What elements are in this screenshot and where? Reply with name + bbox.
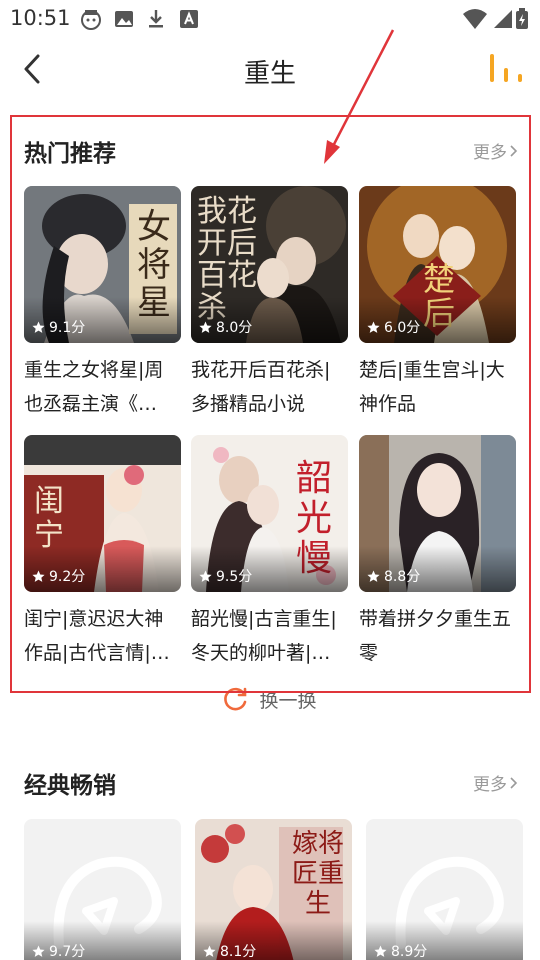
nav-bar: 重生 bbox=[0, 38, 540, 100]
rating-badge: 8.1分 bbox=[203, 941, 256, 960]
rating-badge: 8.9分 bbox=[374, 941, 427, 960]
star-icon bbox=[203, 945, 216, 957]
chevron-right-icon bbox=[510, 776, 518, 789]
rating-badge: 9.7分 bbox=[32, 941, 85, 960]
classic-section-title: 经典畅销 bbox=[24, 773, 116, 799]
rating-value: 9.7分 bbox=[49, 944, 86, 960]
signal-icon bbox=[494, 10, 512, 28]
book-card[interactable]: 嫁将匠重生 8.1分 bbox=[195, 819, 352, 960]
classic-more-link[interactable]: 更多 bbox=[473, 770, 518, 795]
book-cover[interactable]: 嫁将匠重生 8.1分 bbox=[195, 819, 352, 960]
battery-charging-icon bbox=[516, 8, 528, 29]
more-label: 更多 bbox=[473, 775, 507, 795]
image-icon bbox=[115, 11, 133, 27]
book-cover-placeholder[interactable]: 9.7分 bbox=[24, 819, 181, 960]
font-app-icon bbox=[180, 10, 198, 28]
classic-section: 经典畅销 更多 9.7分 嫁将匠重生 8.1分 8.9分 bbox=[0, 766, 540, 960]
cover-title: 嫁将匠重生 bbox=[291, 829, 344, 919]
book-cover-placeholder[interactable]: 8.9分 bbox=[366, 819, 523, 960]
status-time: 10:51 bbox=[10, 6, 71, 30]
cat-app-icon bbox=[81, 10, 101, 30]
star-icon bbox=[32, 945, 45, 957]
wifi-icon bbox=[463, 9, 487, 29]
download-icon bbox=[149, 10, 163, 28]
page-title: 重生 bbox=[243, 59, 296, 89]
book-card[interactable]: 9.7分 bbox=[24, 819, 181, 960]
status-bar: 10:51 bbox=[0, 0, 540, 38]
rating-value: 8.1分 bbox=[220, 944, 257, 960]
book-card[interactable]: 8.9分 bbox=[366, 819, 523, 960]
star-icon bbox=[374, 945, 387, 957]
classic-section-header: 经典畅销 更多 bbox=[24, 766, 518, 799]
annotation-highlight-box bbox=[10, 115, 531, 693]
ranking-chart-icon[interactable] bbox=[486, 50, 526, 86]
rating-value: 8.9分 bbox=[391, 944, 428, 960]
